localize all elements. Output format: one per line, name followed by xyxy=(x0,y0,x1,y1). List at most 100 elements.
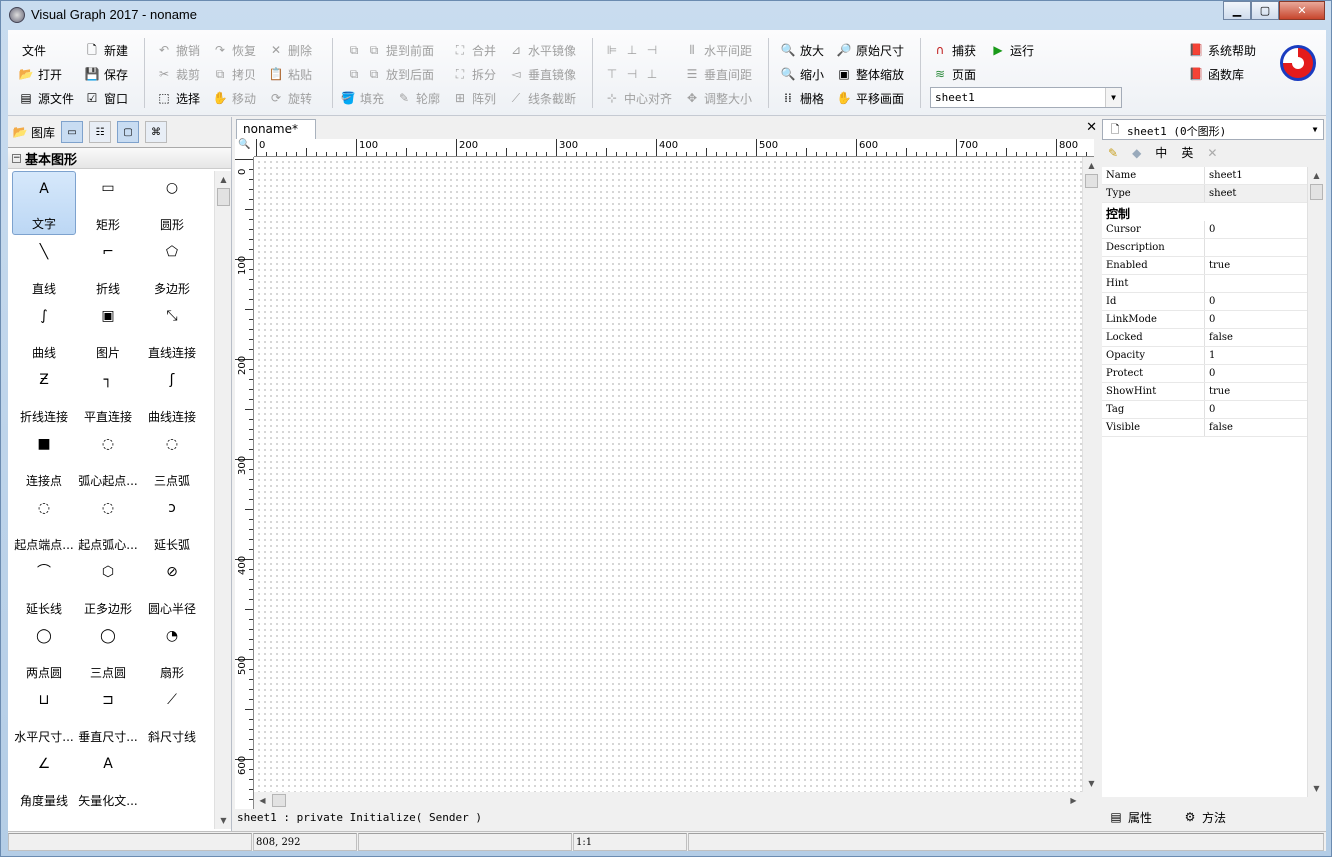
collapse-icon[interactable]: − xyxy=(12,153,21,163)
scroll-up-icon[interactable]: ▲ xyxy=(1308,167,1325,184)
shape-tool-item[interactable]: ◌ 起点端点... xyxy=(12,491,76,555)
basic-shapes-group[interactable]: − 基本图形 xyxy=(8,147,231,169)
chinese-toggle[interactable]: 中 xyxy=(1155,144,1167,161)
property-row[interactable]: Protect 0 xyxy=(1102,365,1307,383)
source-file-button[interactable]: ▤ 源文件 xyxy=(18,88,74,108)
property-scrollbar[interactable]: ▲ ▼ xyxy=(1307,167,1324,797)
shape-tool-item[interactable]: ∫ 曲线 xyxy=(12,299,76,363)
drawing-canvas[interactable] xyxy=(254,157,1082,792)
property-value[interactable]: true xyxy=(1205,383,1307,400)
hspace-button[interactable]: ⫴ 水平间距 xyxy=(684,40,752,60)
scroll-thumb[interactable] xyxy=(272,794,286,807)
hierarchy-view-button[interactable]: ⌘ xyxy=(145,121,168,143)
shape-tool-item[interactable]: ɔ 延长弧 xyxy=(140,491,204,555)
tab-properties[interactable]: ▤ 属性 xyxy=(1108,809,1152,826)
maximize-button[interactable]: ▢ xyxy=(1251,1,1279,20)
tab-noname[interactable]: noname* xyxy=(236,119,316,139)
scroll-down-icon[interactable]: ▼ xyxy=(1308,780,1325,797)
shape-tool-item[interactable]: ⟋ 斜尺寸线 xyxy=(140,683,204,747)
file-menu[interactable]: 文件 xyxy=(22,40,46,60)
scroll-thumb[interactable] xyxy=(217,188,230,206)
canvas-vscrollbar[interactable]: ▲ ▼ xyxy=(1082,157,1099,792)
property-row[interactable]: Visible false xyxy=(1102,419,1307,437)
edit-icon[interactable]: ✎ xyxy=(1108,146,1118,160)
shape-tool-item[interactable]: ⊔ 水平尺寸... xyxy=(12,683,76,747)
vspace-button[interactable]: ☰ 垂直间距 xyxy=(684,64,752,84)
align-left-button[interactable]: ⊫ ⊥ ⊣ xyxy=(604,40,660,60)
property-row[interactable]: Type sheet xyxy=(1102,185,1307,203)
snap-button[interactable]: ∩ 捕获 xyxy=(932,40,976,60)
property-value[interactable]: 0 xyxy=(1205,311,1307,328)
redo-button[interactable]: ↷ 恢复 xyxy=(212,40,256,60)
save-button[interactable]: 💾 保存 xyxy=(84,64,129,84)
property-value[interactable] xyxy=(1205,275,1307,292)
property-value[interactable]: true xyxy=(1205,257,1307,274)
shape-tool-item[interactable]: ⬠ 多边形 xyxy=(140,235,204,299)
clear-icon[interactable]: ✕ xyxy=(1207,146,1217,160)
shape-tool-item[interactable]: ∠ 角度量线 xyxy=(12,747,76,811)
object-select[interactable]: 🗋 sheet1 (0个图形) ▼ xyxy=(1102,119,1324,140)
shape-tool-item[interactable]: ◔ 扇形 xyxy=(140,619,204,683)
property-value[interactable]: 0 xyxy=(1205,221,1307,238)
property-row[interactable]: Description xyxy=(1102,239,1307,257)
send-back-button[interactable]: ⧉ ⧉ 放到后面 xyxy=(346,64,434,84)
zoom-in-button[interactable]: 🔍 放大 xyxy=(780,40,825,60)
tree-view-button[interactable]: ☷ xyxy=(89,121,112,143)
property-value[interactable]: sheet1 xyxy=(1205,167,1307,184)
diamond-icon[interactable]: ◆ xyxy=(1132,146,1141,160)
shape-tool-item[interactable]: ʃ 曲线连接 xyxy=(140,363,204,427)
property-row[interactable]: Cursor 0 xyxy=(1102,221,1307,239)
resize-button[interactable]: ✥ 调整大小 xyxy=(684,88,752,108)
thumbnail-view-button[interactable]: ▭ xyxy=(61,121,84,143)
shape-tool-item[interactable]: ⊘ 圆心半径 xyxy=(140,555,204,619)
object-view-button[interactable]: ▢ xyxy=(117,121,140,143)
property-value[interactable]: 1 xyxy=(1205,347,1307,364)
undo-button[interactable]: ↶ 撤销 xyxy=(156,40,200,60)
move-button[interactable]: ✋ 移动 xyxy=(212,88,257,108)
scroll-up-icon[interactable]: ▲ xyxy=(215,171,232,188)
page-button[interactable]: ≋ 页面 xyxy=(932,64,976,84)
new-button[interactable]: 🗋 新建 xyxy=(84,40,128,60)
property-value[interactable]: 0 xyxy=(1205,365,1307,382)
grid-button[interactable]: ⁞⁞ 栅格 xyxy=(780,88,824,108)
fit-zoom-button[interactable]: ▣ 整体缩放 xyxy=(836,64,904,84)
shape-tool-item[interactable]: Ƶ 折线连接 xyxy=(12,363,76,427)
property-value[interactable]: false xyxy=(1205,419,1307,436)
property-value[interactable]: sheet xyxy=(1205,185,1307,202)
copy-button[interactable]: ⧉ 拷贝 xyxy=(212,64,256,84)
property-value[interactable] xyxy=(1205,239,1307,256)
canvas-hscrollbar[interactable]: ◀ ▶ xyxy=(254,792,1082,809)
outline-button[interactable]: ✎ 轮廓 xyxy=(396,88,440,108)
vmirror-button[interactable]: ◅ 垂直镜像 xyxy=(508,64,576,84)
shape-tool-item[interactable]: A 矢量化文... xyxy=(76,747,140,811)
shape-tool-item[interactable]: ⬡ 正多边形 xyxy=(76,555,140,619)
english-toggle[interactable]: 英 xyxy=(1181,144,1193,161)
shape-tool-item[interactable]: ╲ 直线 xyxy=(12,235,76,299)
scroll-thumb[interactable] xyxy=(1085,174,1098,188)
shape-tool-item[interactable]: A 文字 xyxy=(12,171,76,235)
title-bar[interactable]: Visual Graph 2017 - noname ▁ ▢ ✕ xyxy=(1,1,1331,29)
property-row[interactable]: Enabled true xyxy=(1102,257,1307,275)
property-row[interactable]: Id 0 xyxy=(1102,293,1307,311)
scroll-left-icon[interactable]: ◀ xyxy=(254,792,271,809)
chevron-down-icon[interactable]: ▼ xyxy=(1307,120,1323,139)
gallery-tab[interactable]: 📂 图库 xyxy=(12,124,56,141)
palette-scrollbar[interactable]: ▲ ▼ xyxy=(214,171,231,829)
shape-tool-item[interactable]: ⤡ 直线连接 xyxy=(140,299,204,363)
scroll-right-icon[interactable]: ▶ xyxy=(1065,792,1082,809)
shape-tool-item[interactable]: ○ 圆形 xyxy=(140,171,204,235)
property-value[interactable]: false xyxy=(1205,329,1307,346)
original-size-button[interactable]: 🔎 原始尺寸 xyxy=(836,40,905,60)
merge-button[interactable]: ⛶ 合并 xyxy=(452,40,496,60)
hmirror-button[interactable]: ⊿ 水平镜像 xyxy=(508,40,576,60)
run-button[interactable]: ▶ 运行 xyxy=(990,40,1034,60)
shape-tool-item[interactable]: ■ 连接点 xyxy=(12,427,76,491)
select-button[interactable]: ⬚ 选择 xyxy=(156,88,200,108)
split-button[interactable]: ⛶ 拆分 xyxy=(452,64,496,84)
property-value[interactable]: 0 xyxy=(1205,401,1307,418)
shape-tool-item[interactable]: ◯ 三点圆 xyxy=(76,619,140,683)
cut-button[interactable]: ✂ 裁剪 xyxy=(156,64,200,84)
delete-button[interactable]: ✕ 删除 xyxy=(268,40,312,60)
bring-front-button[interactable]: ⧉ ⧉ 提到前面 xyxy=(346,40,434,60)
funclib-button[interactable]: 📕 函数库 xyxy=(1188,64,1245,84)
